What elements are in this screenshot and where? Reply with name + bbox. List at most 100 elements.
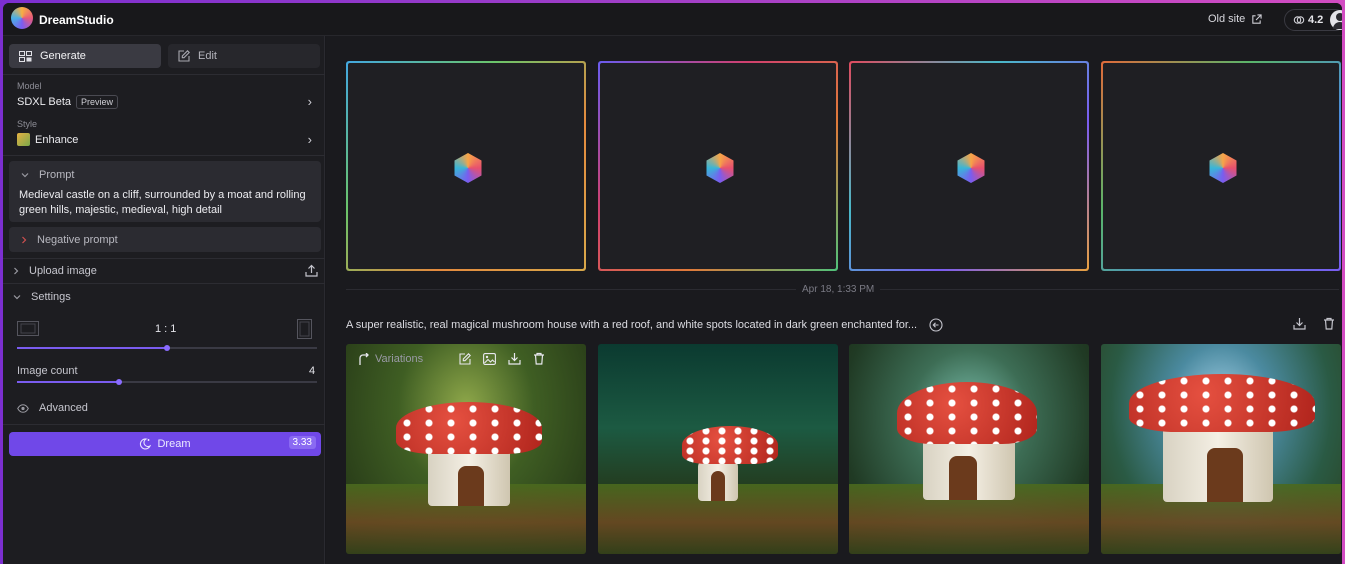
credits-icon xyxy=(1293,14,1305,26)
image-door xyxy=(711,471,725,501)
image-count-slider-handle[interactable] xyxy=(116,379,122,385)
use-as-init-image-icon[interactable] xyxy=(483,352,497,365)
image-cap xyxy=(682,426,778,464)
result-image[interactable]: Variations xyxy=(346,344,586,554)
loading-gem-icon xyxy=(454,153,482,183)
model-label: Model xyxy=(17,81,42,91)
old-site-label: Old site xyxy=(1208,13,1246,25)
chevron-down-icon xyxy=(21,172,29,178)
negative-prompt-panel[interactable]: Negative prompt xyxy=(9,227,321,252)
tab-edit-label: Edit xyxy=(198,50,217,62)
app-title[interactable]: DreamStudio xyxy=(39,13,114,27)
divider xyxy=(3,74,325,75)
aspect-ratio-value: 1 : 1 xyxy=(155,323,177,335)
divider xyxy=(3,155,325,156)
loading-gem-icon xyxy=(706,153,734,183)
result-image[interactable] xyxy=(598,344,838,554)
batch-timestamp: Apr 18, 1:33 PM xyxy=(796,284,881,295)
edit-icon xyxy=(178,50,190,62)
aspect-ratio-slider[interactable] xyxy=(17,345,317,351)
prompt-toggle[interactable]: Prompt xyxy=(21,169,74,181)
reuse-prompt-icon[interactable] xyxy=(929,318,943,332)
preview-badge: Preview xyxy=(76,95,119,109)
upload-icon[interactable] xyxy=(305,264,318,277)
dreamstudio-logo-icon[interactable] xyxy=(11,7,33,29)
top-bar: DreamStudio Old site 4.2 xyxy=(3,3,1342,36)
model-value: SDXL Beta xyxy=(17,96,72,108)
image-cap xyxy=(396,402,542,454)
pending-image-placeholder[interactable] xyxy=(598,61,838,271)
loading-gem-icon xyxy=(1209,153,1237,183)
eye-icon xyxy=(17,403,29,413)
chevron-right-icon xyxy=(13,267,19,275)
variations-label: Variations xyxy=(375,352,424,365)
negative-prompt-label: Negative prompt xyxy=(37,234,118,246)
dream-icon xyxy=(139,438,152,450)
dream-label: Dream xyxy=(157,438,191,450)
pending-image-placeholder[interactable] xyxy=(1101,61,1341,271)
style-thumbnail-icon xyxy=(17,133,30,146)
model-value-row: SDXL Beta Preview xyxy=(17,95,119,109)
dream-button[interactable]: Dream 3.33 xyxy=(9,432,321,456)
batch-prompt-row: A super realistic, real magical mushroom… xyxy=(346,318,943,332)
old-site-link[interactable]: Old site xyxy=(1208,13,1262,25)
image-door xyxy=(458,466,484,506)
chevron-right-icon: › xyxy=(307,94,312,109)
image-count-value: 4 xyxy=(309,365,316,377)
pending-image-placeholder[interactable] xyxy=(849,61,1089,271)
settings-toggle[interactable]: Settings xyxy=(13,291,71,303)
aspect-slider-fill xyxy=(17,347,167,349)
image-count-slider-fill xyxy=(17,381,119,383)
advanced-toggle[interactable]: Advanced xyxy=(17,402,88,414)
batch-prompt-text[interactable]: A super realistic, real magical mushroom… xyxy=(346,319,917,331)
upload-image-toggle[interactable]: Upload image xyxy=(13,265,97,277)
chevron-right-icon xyxy=(21,236,27,244)
divider xyxy=(3,283,325,284)
image-hover-toolbar: Variations xyxy=(358,352,545,365)
generate-icon xyxy=(19,50,32,62)
sidebar: Generate Edit Model SDXL Beta Preview › … xyxy=(3,36,325,564)
prompt-input[interactable]: Medieval castle on a cliff, surrounded b… xyxy=(19,188,311,218)
image-door xyxy=(1207,448,1243,502)
pending-image-placeholder[interactable] xyxy=(346,61,586,271)
tab-generate-label: Generate xyxy=(40,50,86,62)
download-batch-icon[interactable] xyxy=(1293,317,1306,330)
style-value-row: Enhance xyxy=(17,133,78,146)
prompt-panel: Prompt Medieval castle on a cliff, surro… xyxy=(9,161,321,222)
variations-icon xyxy=(358,352,369,365)
image-count-label: Image count xyxy=(17,365,78,377)
divider xyxy=(3,258,325,259)
dream-cost-badge: 3.33 xyxy=(288,436,316,449)
advanced-label: Advanced xyxy=(39,402,88,414)
delete-batch-icon[interactable] xyxy=(1323,317,1335,330)
chevron-down-icon xyxy=(13,294,21,300)
landscape-ratio-icon[interactable] xyxy=(17,321,39,336)
settings-label: Settings xyxy=(31,291,71,303)
image-cap xyxy=(897,382,1037,444)
tab-edit[interactable]: Edit xyxy=(168,44,320,68)
variations-button[interactable]: Variations xyxy=(358,352,424,365)
image-count-slider[interactable] xyxy=(17,379,317,385)
tab-generate[interactable]: Generate xyxy=(9,44,161,68)
image-door xyxy=(949,456,977,500)
loading-gem-icon xyxy=(957,153,985,183)
result-image[interactable] xyxy=(849,344,1089,554)
style-value: Enhance xyxy=(35,133,79,146)
upload-image-label: Upload image xyxy=(29,265,97,277)
external-link-icon xyxy=(1251,13,1262,25)
credits-balance: 4.2 xyxy=(1308,14,1324,26)
image-cap xyxy=(1129,374,1315,432)
result-image[interactable] xyxy=(1101,344,1341,554)
chevron-right-icon: › xyxy=(307,132,312,147)
delete-image-icon[interactable] xyxy=(533,352,545,365)
download-image-icon[interactable] xyxy=(508,352,521,365)
divider xyxy=(3,424,325,425)
style-label: Style xyxy=(17,119,38,129)
app-window: DreamStudio Old site 4.2 Generate Edit M… xyxy=(3,3,1342,564)
edit-image-icon[interactable] xyxy=(459,352,472,365)
portrait-ratio-icon[interactable] xyxy=(297,319,312,339)
aspect-slider-handle[interactable] xyxy=(164,345,170,351)
main-canvas: Apr 18, 1:33 PM A super realistic, real … xyxy=(326,36,1342,564)
prompt-label: Prompt xyxy=(39,169,75,181)
negative-prompt-toggle[interactable]: Negative prompt xyxy=(21,234,118,246)
